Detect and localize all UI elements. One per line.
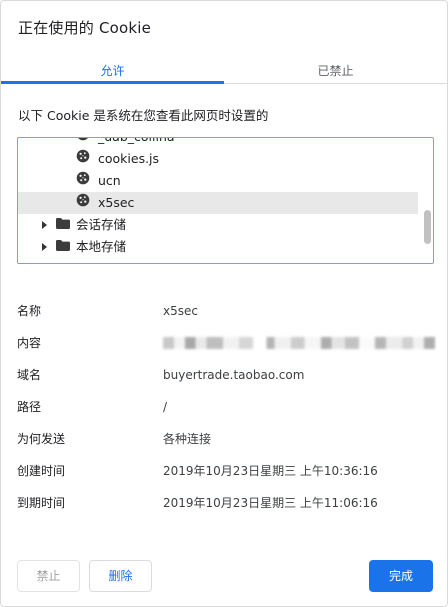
- tree-item-label: ucn: [98, 173, 121, 188]
- cookie-tree[interactable]: _uab_collina cookies.js ucn x5sec 会话存储本地存储: [17, 137, 434, 264]
- detail-value-send-for: 各种连接: [163, 432, 212, 446]
- expand-arrow-icon[interactable]: [42, 243, 47, 251]
- detail-value-name: x5sec: [163, 304, 198, 318]
- cookie-tree-list: _uab_collina cookies.js ucn x5sec 会话存储本地存储: [18, 138, 418, 258]
- detail-label: 内容: [17, 336, 42, 350]
- cookies-dialog: 正在使用的 Cookie 允许 已禁止 以下 Cookie 是系统在您查看此网页…: [0, 0, 448, 607]
- expand-arrow-icon[interactable]: [42, 221, 47, 229]
- detail-label: 为何发送: [17, 432, 66, 446]
- detail-value-created: 2019年10月23日星期三 上午10:36:16: [163, 464, 378, 478]
- folder-icon: [56, 214, 76, 236]
- tree-item-folder[interactable]: 本地存储: [18, 236, 418, 258]
- tree-item-label: 本地存储: [76, 239, 127, 254]
- tree-scrollbar[interactable]: [423, 140, 431, 261]
- tree-item-cookie[interactable]: ucn: [18, 170, 418, 192]
- detail-value-content-obscured: [163, 337, 435, 349]
- detail-label: 路径: [17, 400, 42, 414]
- folder-icon: [56, 236, 76, 258]
- block-button[interactable]: 禁止: [17, 560, 80, 592]
- delete-button[interactable]: 删除: [89, 560, 152, 592]
- detail-label: 名称: [17, 304, 42, 318]
- tree-item-folder[interactable]: 会话存储: [18, 214, 418, 236]
- tab-bar: 允许 已禁止: [1, 59, 447, 84]
- tree-item-cookie[interactable]: cookies.js: [18, 148, 418, 170]
- detail-value-expires: 2019年10月23日星期三 上午11:06:16: [163, 496, 378, 510]
- detail-label: 到期时间: [17, 496, 66, 510]
- tree-scrollbar-thumb[interactable]: [424, 210, 431, 244]
- dialog-title: 正在使用的 Cookie: [18, 19, 152, 37]
- cookie-icon: [76, 138, 98, 148]
- detail-label: 创建时间: [17, 464, 66, 478]
- detail-value-domain: buyertrade.taobao.com: [163, 368, 305, 382]
- tree-item-label: _uab_collina: [98, 138, 175, 148]
- done-button[interactable]: 完成: [369, 560, 433, 592]
- active-tab-indicator: [1, 81, 224, 84]
- tree-item-label: 会话存储: [76, 217, 127, 232]
- detail-row-content: 内容: [1, 333, 447, 353]
- cookie-icon: [76, 192, 98, 214]
- detail-label: 域名: [17, 368, 42, 382]
- tab-blocked[interactable]: 已禁止: [224, 59, 447, 84]
- tree-item-label: x5sec: [98, 195, 135, 210]
- tree-item-cookie[interactable]: _uab_collina: [18, 138, 418, 148]
- cookie-icon: [76, 148, 98, 170]
- cookies-caption: 以下 Cookie 是系统在您查看此网页时设置的: [18, 108, 269, 123]
- cookie-icon: [76, 170, 98, 192]
- tree-item-label: cookies.js: [98, 151, 160, 166]
- tree-item-cookie[interactable]: x5sec: [18, 192, 418, 214]
- detail-value-path: /: [163, 400, 168, 414]
